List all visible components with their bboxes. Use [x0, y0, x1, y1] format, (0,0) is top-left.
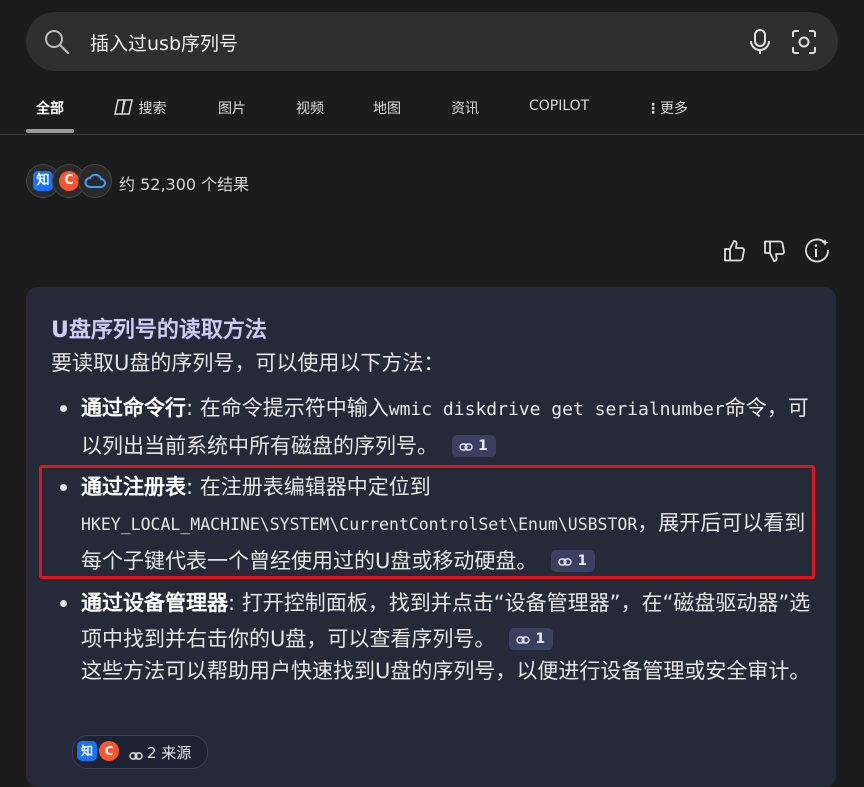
bullet-heading: 通过设备管理器	[81, 591, 228, 615]
answer-bullet-command-line: 通过命令行: 在命令提示符中输入wmic diskdrive get seria…	[60, 390, 811, 464]
microphone-icon[interactable]	[748, 28, 772, 60]
more-vertical-icon: ⋮	[646, 101, 660, 117]
answer-summary: 这些方法可以帮助用户快速找到U盘的序列号，以便进行设备管理或安全审计。	[81, 659, 811, 683]
thumbs-down-icon[interactable]	[763, 238, 787, 268]
tab-bar: 全部 搜索 图片 视频 地图 资讯 COPILOT ⋮更多	[0, 84, 864, 135]
tab-news[interactable]: 资讯	[451, 98, 479, 118]
tab-search-label: 搜索	[138, 101, 167, 117]
bullet-dot	[60, 405, 67, 412]
tab-videos[interactable]: 视频	[296, 98, 324, 118]
tab-copilot[interactable]: COPILOT	[529, 98, 589, 114]
sources-label: 2 来源	[147, 744, 192, 762]
copilot-icon	[114, 99, 133, 115]
tab-more[interactable]: ⋮更多	[646, 98, 688, 118]
citation-badge[interactable]: 1	[509, 628, 554, 650]
search-bar[interactable]: 插入过usb序列号	[26, 12, 838, 71]
answer-intro: 要读取U盘的序列号，可以使用以下方法：	[51, 351, 445, 375]
sparkle-info-icon[interactable]	[804, 238, 830, 268]
cloud-icon	[84, 172, 106, 194]
tab-maps[interactable]: 地图	[373, 98, 401, 118]
answer-bullet-device-manager: 通过设备管理器: 打开控制面板，找到并点击“设备管理器”，在“磁盘驱动器”选项中…	[60, 585, 811, 657]
active-tab-indicator	[26, 129, 74, 133]
tab-all[interactable]: 全部	[36, 98, 64, 118]
source-badge-cloud[interactable]	[78, 164, 112, 198]
citation-number: 1	[535, 631, 546, 647]
sources-button[interactable]: 知 C 2 来源	[72, 735, 208, 769]
citation-badge[interactable]: 1	[452, 435, 496, 457]
csdn-icon: C	[59, 171, 79, 191]
highlight-box	[39, 465, 815, 579]
results-count: 约 52,300 个结果	[119, 175, 250, 194]
csdn-icon: C	[99, 741, 119, 761]
link-icon	[459, 443, 473, 451]
bullet-code: wmic diskdrive get serialnumber	[388, 399, 725, 420]
thumbs-up-icon[interactable]	[723, 238, 747, 268]
link-icon	[129, 746, 143, 765]
bullet-dot	[60, 600, 67, 607]
zhihu-icon: 知	[77, 741, 97, 761]
search-icon[interactable]	[43, 28, 71, 60]
search-input[interactable]: 插入过usb序列号	[90, 29, 238, 56]
tab-search[interactable]: 搜索	[114, 98, 166, 118]
visual-search-icon[interactable]	[790, 28, 818, 60]
tab-images[interactable]: 图片	[218, 98, 246, 118]
bullet-heading: 通过命令行	[81, 396, 186, 420]
citation-number: 1	[478, 438, 488, 454]
zhihu-icon: 知	[33, 171, 53, 191]
link-icon	[516, 636, 531, 644]
answer-title: U盘序列号的读取方法	[51, 318, 267, 343]
tab-more-label: 更多	[660, 101, 688, 117]
bullet-text: : 在命令提示符中输入	[186, 396, 389, 420]
